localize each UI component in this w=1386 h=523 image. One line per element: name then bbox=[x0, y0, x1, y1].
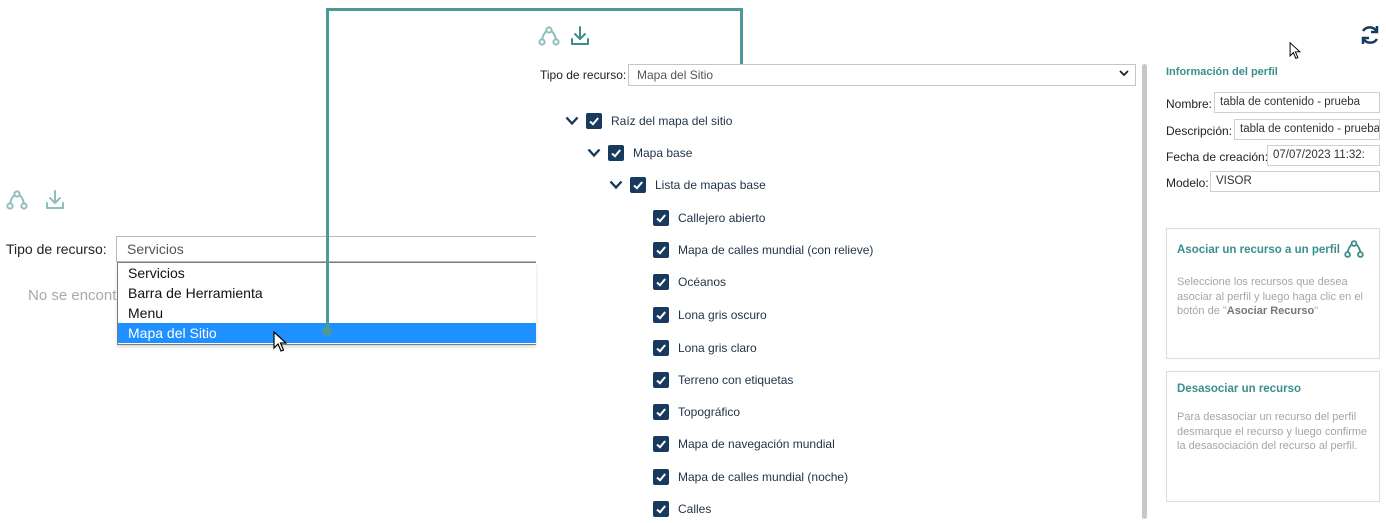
tree-node-checkbox[interactable] bbox=[653, 469, 669, 485]
tree-node-label: Raíz del mapa del sitio bbox=[611, 114, 733, 128]
tree-node-checkbox[interactable] bbox=[653, 501, 669, 517]
creation-date-label: Fecha de creación: bbox=[1166, 150, 1269, 164]
empty-message: No se encontraron bbox=[28, 287, 118, 304]
tree-node[interactable]: Lona gris claro bbox=[653, 338, 757, 358]
tree-node-checkbox[interactable] bbox=[653, 404, 669, 420]
download-icon[interactable] bbox=[42, 187, 68, 213]
disassociate-resource-card: Desasociar un recurso Para desasociar un… bbox=[1166, 371, 1380, 502]
tree-node-checkbox[interactable] bbox=[653, 340, 669, 356]
tree-node[interactable]: Calles bbox=[653, 499, 711, 519]
tree-node[interactable]: Mapa base bbox=[586, 143, 692, 163]
tree-node-label: Terreno con etiquetas bbox=[678, 373, 794, 387]
tree-scrollbar[interactable] bbox=[1142, 64, 1147, 519]
tree-node[interactable]: Mapa de calles mundial (noche) bbox=[653, 467, 848, 487]
tree-node-checkbox[interactable] bbox=[653, 307, 669, 323]
connector-line-horizontal bbox=[326, 8, 743, 11]
tree-node[interactable]: Raíz del mapa del sitio bbox=[564, 111, 732, 131]
tree-node-label: Océanos bbox=[678, 275, 727, 289]
associate-icon[interactable] bbox=[1343, 238, 1365, 260]
name-field[interactable]: tabla de contenido - prueba bbox=[1214, 92, 1380, 113]
associate-icon[interactable] bbox=[4, 187, 30, 213]
tree-node[interactable]: Topográfico bbox=[653, 402, 740, 422]
tree-node-checkbox[interactable] bbox=[653, 274, 669, 290]
tree-node-label: Lista de mapas base bbox=[655, 178, 766, 192]
chevron-down-icon[interactable] bbox=[564, 113, 580, 129]
tree-node-checkbox[interactable] bbox=[630, 177, 646, 193]
tree-node-label: Mapa base bbox=[633, 146, 693, 160]
tree-node-label: Lona gris oscuro bbox=[678, 308, 767, 322]
mouse-cursor-icon bbox=[273, 331, 287, 352]
tree-node-label: Calles bbox=[678, 502, 712, 516]
chevron-down-icon[interactable] bbox=[586, 145, 602, 161]
profile-info-title: Información del perfil bbox=[1166, 66, 1278, 78]
connector-dot-left bbox=[322, 326, 332, 336]
refresh-icon[interactable] bbox=[1357, 22, 1383, 48]
connector-line-vertical-left bbox=[326, 8, 329, 331]
tree-node-checkbox[interactable] bbox=[653, 210, 669, 226]
tree-node[interactable]: Lona gris oscuro bbox=[653, 305, 767, 325]
name-label: Nombre: bbox=[1166, 97, 1213, 111]
tree-node-checkbox[interactable] bbox=[653, 372, 669, 388]
chevron-down-icon[interactable] bbox=[608, 177, 624, 193]
tree-node-label: Mapa de calles mundial (noche) bbox=[678, 470, 849, 484]
chevron-down-icon bbox=[1119, 68, 1129, 80]
disassociate-card-text: Para desasociar un recurso del perfil de… bbox=[1177, 411, 1368, 452]
tree-node-label: Callejero abierto bbox=[678, 211, 766, 225]
associate-icon[interactable] bbox=[536, 23, 562, 49]
disassociate-card-title: Desasociar un recurso bbox=[1177, 383, 1302, 395]
tree-node[interactable]: Lista de mapas base bbox=[608, 175, 766, 195]
model-label: Modelo: bbox=[1166, 176, 1209, 190]
tree-node-checkbox[interactable] bbox=[608, 145, 624, 161]
resource-type-label: Tipo de recurso: bbox=[540, 68, 627, 82]
associate-resource-card: Asociar un recurso a un perfil Seleccion… bbox=[1166, 228, 1380, 359]
tree-node[interactable]: Mapa de calles mundial (con relieve) bbox=[653, 240, 873, 260]
associate-card-title: Asociar un recurso a un perfil bbox=[1177, 244, 1340, 256]
resource-type-value: Mapa del Sitio bbox=[637, 68, 714, 82]
tree-node-label: Mapa de navegación mundial bbox=[678, 437, 835, 451]
tree-node[interactable]: Terreno con etiquetas bbox=[653, 370, 793, 390]
creation-date-field[interactable]: 07/07/2023 11:32: bbox=[1267, 145, 1380, 166]
tree-node-checkbox[interactable] bbox=[653, 242, 669, 258]
tree-node-label: Topográfico bbox=[678, 405, 741, 419]
resource-type-label: Tipo de recurso: bbox=[6, 241, 107, 257]
description-label: Descripción: bbox=[1166, 124, 1233, 138]
download-icon[interactable] bbox=[567, 23, 593, 49]
description-field[interactable]: tabla de contenido - prueba bbox=[1234, 119, 1380, 140]
mouse-cursor-icon bbox=[1289, 42, 1301, 59]
tree-node-checkbox[interactable] bbox=[653, 436, 669, 452]
resource-type-select[interactable]: Mapa del Sitio bbox=[628, 64, 1136, 86]
tree-node-label: Mapa de calles mundial (con relieve) bbox=[678, 243, 874, 257]
tree-node[interactable]: Océanos bbox=[653, 272, 726, 292]
tree-node-label: Lona gris claro bbox=[678, 341, 757, 355]
tree-node-checkbox[interactable] bbox=[586, 113, 602, 129]
associate-card-text: Seleccione los recursos que desea asocia… bbox=[1177, 276, 1363, 317]
model-field[interactable]: VISOR bbox=[1210, 171, 1380, 192]
tree-node[interactable]: Callejero abierto bbox=[653, 208, 765, 228]
tree-node[interactable]: Mapa de navegación mundial bbox=[653, 434, 835, 454]
